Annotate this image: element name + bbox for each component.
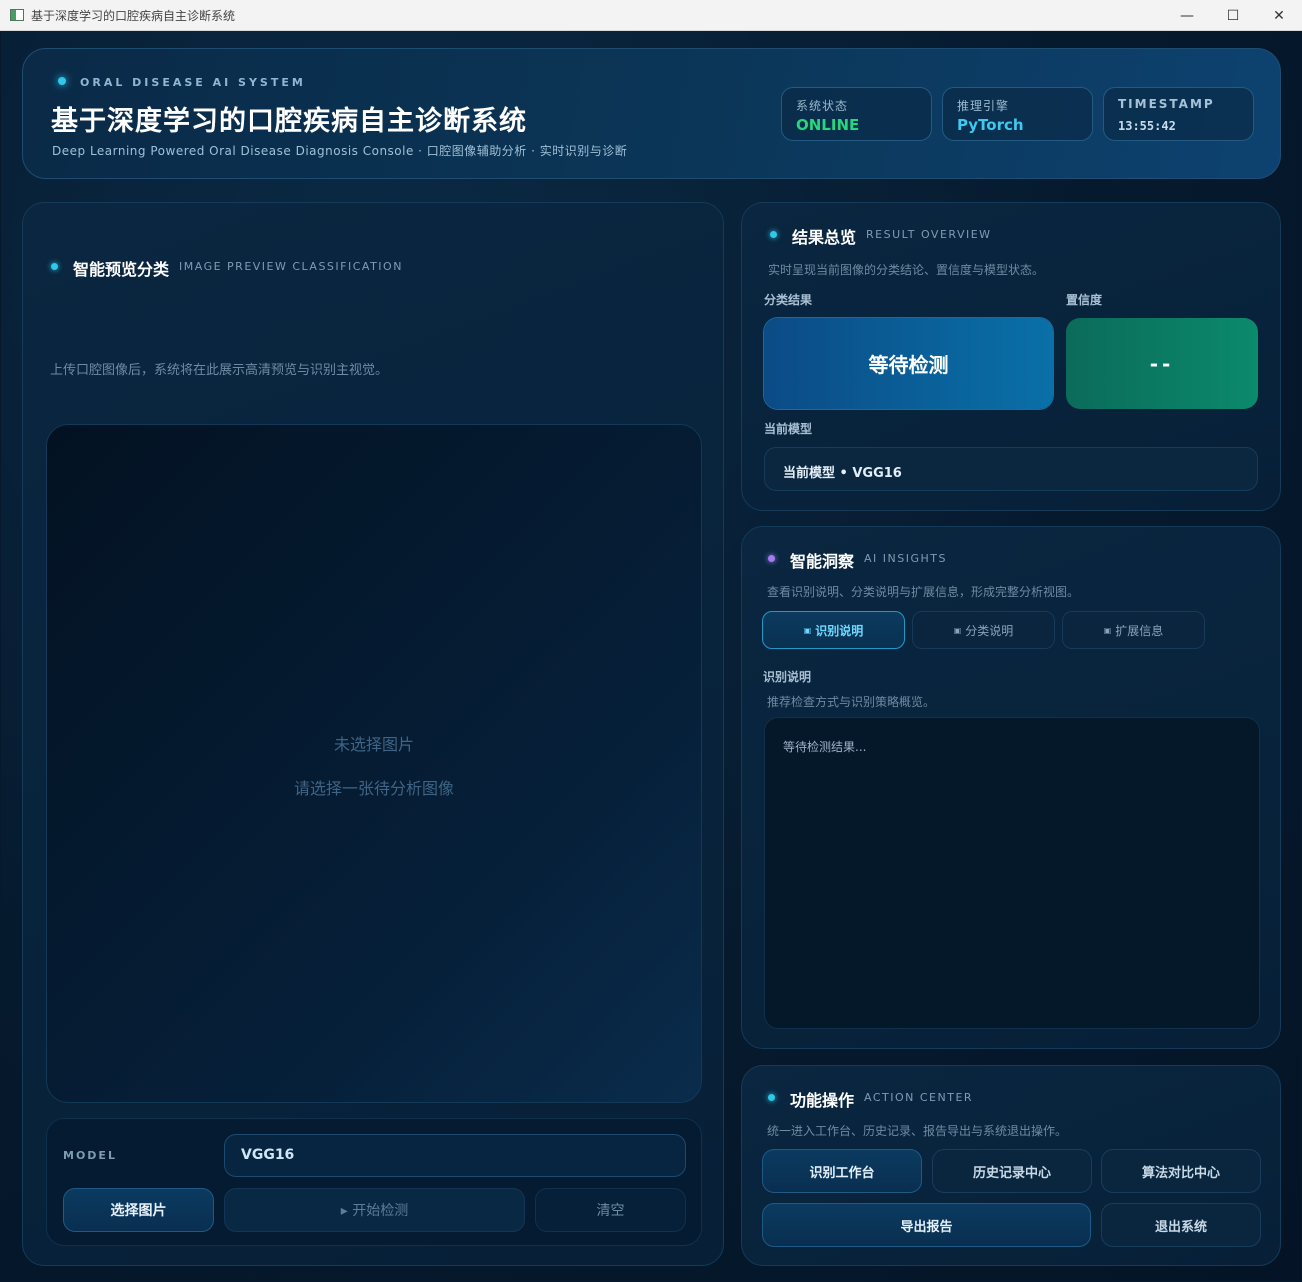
status-dot-icon xyxy=(58,77,66,85)
system-status-value: ONLINE xyxy=(796,116,860,134)
insights-panel: 智能洞察 AI INSIGHTS 查看识别说明、分类说明与扩展信息，形成完整分析… xyxy=(741,526,1281,1049)
action-panel: 功能操作 ACTION CENTER 统一进入工作台、历史记录、报告导出与系统退… xyxy=(741,1065,1281,1266)
page-title: 基于深度学习的口腔疾病自主诊断系统 xyxy=(51,106,527,137)
header-banner: ORAL DISEASE AI SYSTEM 基于深度学习的口腔疾病自主诊断系统… xyxy=(22,48,1281,179)
timestamp-label: TIMESTAMP xyxy=(1118,97,1215,111)
engine-label: 推理引擎 xyxy=(957,99,1010,113)
close-button[interactable]: ✕ xyxy=(1256,0,1302,31)
actions-title: 功能操作 xyxy=(790,1091,855,1110)
tab-label: 分类说明 xyxy=(965,623,1014,638)
insight-section-desc: 推荐检查方式与识别策略概览。 xyxy=(767,695,936,709)
minimize-button[interactable]: — xyxy=(1164,0,1210,31)
section-dot-icon xyxy=(768,555,775,562)
exit-button[interactable]: 退出系统 xyxy=(1101,1203,1261,1247)
image-preview-area[interactable]: 未选择图片 请选择一张待分析图像 xyxy=(46,424,702,1103)
result-panel: 结果总览 RESULT OVERVIEW 实时呈现当前图像的分类结论、置信度与模… xyxy=(741,202,1281,511)
preview-title-en: IMAGE PREVIEW CLASSIFICATION xyxy=(179,260,403,273)
select-image-hint: 请选择一张待分析图像 xyxy=(293,779,454,798)
insights-title: 智能洞察 xyxy=(790,552,855,571)
actions-title-en: ACTION CENTER xyxy=(864,1091,974,1104)
workbench-button[interactable]: 识别工作台 xyxy=(762,1149,922,1193)
history-button[interactable]: 历史记录中心 xyxy=(932,1149,1092,1193)
tab-icon: ▣ xyxy=(803,625,812,635)
no-image-text: 未选择图片 xyxy=(333,735,414,754)
tab-label: 扩展信息 xyxy=(1115,623,1164,638)
header-kicker: ORAL DISEASE AI SYSTEM xyxy=(80,76,306,89)
result-description: 实时呈现当前图像的分类结论、置信度与模型状态。 xyxy=(768,263,1045,277)
compare-button[interactable]: 算法对比中心 xyxy=(1101,1149,1261,1193)
tab-classification[interactable]: ▣ 分类说明 xyxy=(912,611,1055,649)
page-subtitle: Deep Learning Powered Oral Disease Diagn… xyxy=(52,144,628,158)
timestamp-card: TIMESTAMP 13:55:42 xyxy=(1103,87,1254,141)
insights-title-en: AI INSIGHTS xyxy=(864,552,947,565)
export-report-button[interactable]: 导出报告 xyxy=(762,1203,1091,1247)
select-image-button[interactable]: 选择图片 xyxy=(63,1188,214,1232)
window-title: 基于深度学习的口腔疾病自主诊断系统 xyxy=(31,8,236,23)
result-title-en: RESULT OVERVIEW xyxy=(866,228,992,241)
insight-content-area[interactable]: 等待检测结果... xyxy=(764,717,1260,1029)
confidence-label: 置信度 xyxy=(1066,293,1103,307)
model-label: MODEL xyxy=(63,1149,117,1162)
clear-button[interactable]: 清空 xyxy=(535,1188,686,1232)
class-result-card: 等待检测 xyxy=(764,318,1053,409)
app-root: ORAL DISEASE AI SYSTEM 基于深度学习的口腔疾病自主诊断系统… xyxy=(1,31,1301,1281)
current-model-label: 当前模型 xyxy=(764,422,813,436)
app-icon xyxy=(10,9,24,21)
engine-value: PyTorch xyxy=(957,116,1024,134)
result-title: 结果总览 xyxy=(792,228,857,247)
confidence-card: -- xyxy=(1066,318,1258,409)
tab-icon: ▣ xyxy=(953,625,962,635)
class-label: 分类结果 xyxy=(764,293,813,307)
current-model-value: 当前模型 • VGG16 xyxy=(764,447,1258,491)
section-dot-icon xyxy=(51,263,58,270)
preview-description: 上传口腔图像后，系统将在此展示高清预览与识别主视觉。 xyxy=(50,363,389,378)
preview-panel: 智能预览分类 IMAGE PREVIEW CLASSIFICATION 上传口腔… xyxy=(22,202,724,1266)
window-titlebar: 基于深度学习的口腔疾病自主诊断系统 — ☐ ✕ xyxy=(0,0,1302,31)
tab-recognition[interactable]: ▣ 识别说明 xyxy=(762,611,905,649)
section-dot-icon xyxy=(768,1094,775,1101)
tab-extended[interactable]: ▣ 扩展信息 xyxy=(1062,611,1205,649)
system-status-label: 系统状态 xyxy=(796,99,849,113)
control-bar: MODEL VGG16 选择图片 ▸ 开始检测 清空 xyxy=(46,1118,702,1246)
insight-section-title: 识别说明 xyxy=(763,670,812,684)
tab-icon: ▣ xyxy=(1103,625,1112,635)
maximize-button[interactable]: ☐ xyxy=(1210,0,1256,31)
preview-title: 智能预览分类 xyxy=(73,260,170,279)
start-detect-button[interactable]: ▸ 开始检测 xyxy=(224,1188,525,1232)
model-select[interactable]: VGG16 xyxy=(224,1134,686,1177)
engine-card: 推理引擎 PyTorch xyxy=(942,87,1093,141)
tab-label: 识别说明 xyxy=(815,623,864,638)
insights-description: 查看识别说明、分类说明与扩展信息，形成完整分析视图。 xyxy=(767,585,1080,599)
timestamp-value: 13:55:42 xyxy=(1118,119,1176,133)
system-status-card: 系统状态 ONLINE xyxy=(781,87,932,141)
actions-description: 统一进入工作台、历史记录、报告导出与系统退出操作。 xyxy=(767,1124,1068,1138)
section-dot-icon xyxy=(770,231,777,238)
